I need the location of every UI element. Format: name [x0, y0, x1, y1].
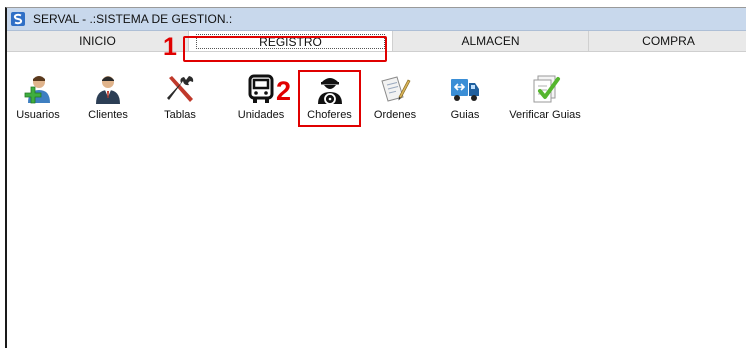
- guias-label: Guias: [450, 109, 480, 121]
- tab-almacen-label: ALMACEN: [461, 34, 520, 48]
- verificar-guias-button[interactable]: Verificar Guias: [502, 69, 588, 125]
- ordenes-label: Ordenes: [373, 109, 417, 121]
- unidades-label: Unidades: [237, 109, 285, 121]
- tab-inicio-label: INICIO: [79, 34, 116, 48]
- bus-icon: [248, 74, 274, 103]
- truck-icon: [451, 79, 479, 101]
- usuarios-button[interactable]: Usuarios: [14, 69, 62, 125]
- annotation-number-1: 1: [163, 33, 177, 61]
- tablas-button[interactable]: Tablas: [156, 69, 204, 125]
- guias-button[interactable]: Guias: [442, 69, 488, 125]
- clientes-button[interactable]: Clientes: [83, 69, 133, 125]
- clientes-label: Clientes: [88, 109, 128, 121]
- window-title: SERVAL - .:SISTEMA DE GESTION.:: [33, 12, 233, 26]
- tools-icon: [167, 76, 194, 102]
- app-logo-icon: [11, 12, 25, 26]
- tab-compra-label: COMPRA: [642, 34, 695, 48]
- title-bar: SERVAL - .:SISTEMA DE GESTION.:: [7, 8, 746, 31]
- tablas-label: Tablas: [164, 109, 196, 121]
- tab-compra[interactable]: COMPRA: [589, 31, 746, 51]
- annotation-highlight-choferes: [298, 70, 361, 127]
- verify-docs-icon: [533, 75, 560, 103]
- annotation-number-2: 2: [276, 76, 292, 106]
- usuarios-label: Usuarios: [16, 109, 60, 121]
- tab-almacen[interactable]: ALMACEN: [393, 31, 589, 51]
- users-icon: [24, 76, 50, 104]
- clients-icon: [96, 76, 120, 104]
- annotation-highlight-registro: [183, 36, 387, 62]
- tab-inicio[interactable]: INICIO: [7, 31, 189, 51]
- orders-icon: [381, 76, 411, 102]
- ordenes-button[interactable]: Ordenes: [368, 69, 422, 125]
- verificar-guias-label: Verificar Guias: [509, 109, 581, 121]
